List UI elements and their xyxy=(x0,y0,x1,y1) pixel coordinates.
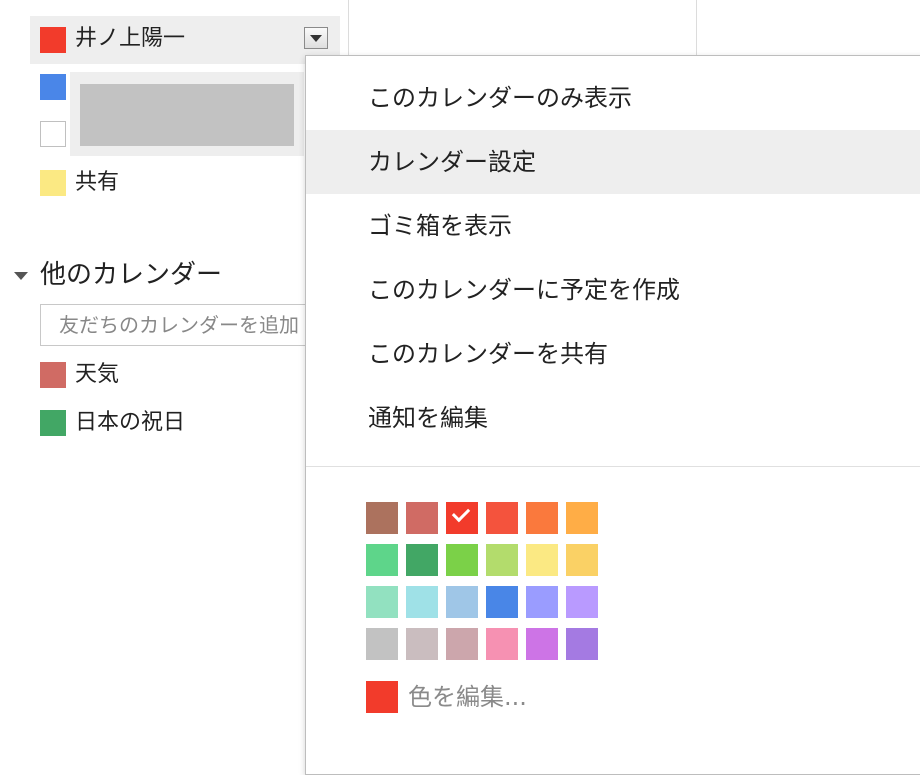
color-option[interactable] xyxy=(566,544,598,576)
color-option[interactable] xyxy=(406,586,438,618)
color-option[interactable] xyxy=(486,502,518,534)
color-option[interactable] xyxy=(526,586,558,618)
check-icon xyxy=(451,503,471,523)
calendar-options-dropdown-button[interactable] xyxy=(304,27,328,49)
calendar-options-menu: このカレンダーのみ表示 カレンダー設定 ゴミ箱を表示 このカレンダーに予定を作成… xyxy=(305,55,920,775)
calendar-checkbox[interactable] xyxy=(40,121,66,147)
color-option[interactable] xyxy=(486,628,518,660)
color-option[interactable] xyxy=(366,586,398,618)
other-calendars-title[interactable]: 他のカレンダー xyxy=(40,258,222,292)
color-option[interactable] xyxy=(486,544,518,576)
color-option[interactable] xyxy=(446,544,478,576)
calendar-label[interactable]: 日本の祝日 xyxy=(75,409,185,437)
color-option[interactable] xyxy=(446,628,478,660)
edit-color-swatch[interactable] xyxy=(366,681,398,713)
color-option[interactable] xyxy=(406,628,438,660)
redacted-calendar-name xyxy=(80,84,294,146)
color-option[interactable] xyxy=(406,544,438,576)
calendar-grid-divider xyxy=(696,0,697,60)
color-option[interactable] xyxy=(526,628,558,660)
color-option[interactable] xyxy=(526,502,558,534)
calendar-color-swatch[interactable] xyxy=(40,410,66,436)
menu-item-calendar-settings[interactable]: カレンダー設定 xyxy=(306,130,920,194)
color-option[interactable] xyxy=(366,628,398,660)
color-option[interactable] xyxy=(566,628,598,660)
edit-color-link[interactable]: 色を編集... xyxy=(408,680,527,714)
color-option[interactable] xyxy=(486,586,518,618)
menu-item-show-trash[interactable]: ゴミ箱を表示 xyxy=(306,194,920,258)
color-palette xyxy=(366,502,598,660)
calendar-color-swatch[interactable] xyxy=(40,74,66,100)
color-option[interactable] xyxy=(446,586,478,618)
calendar-color-swatch[interactable] xyxy=(40,27,66,53)
color-option[interactable] xyxy=(526,544,558,576)
color-option[interactable] xyxy=(366,544,398,576)
color-option[interactable] xyxy=(406,502,438,534)
calendar-color-swatch[interactable] xyxy=(40,170,66,196)
triangle-down-icon[interactable] xyxy=(14,272,28,280)
calendar-grid-divider xyxy=(348,0,349,60)
calendar-label[interactable]: 天気 xyxy=(75,361,119,389)
menu-item-create-event[interactable]: このカレンダーに予定を作成 xyxy=(306,258,920,322)
menu-item-share-calendar[interactable]: このカレンダーを共有 xyxy=(306,322,920,386)
color-option[interactable] xyxy=(566,586,598,618)
color-option[interactable] xyxy=(366,502,398,534)
menu-divider xyxy=(306,466,920,467)
calendar-label[interactable]: 井ノ上陽一 xyxy=(75,25,185,53)
color-option[interactable] xyxy=(446,502,478,534)
calendar-color-swatch[interactable] xyxy=(40,362,66,388)
menu-item-edit-notifications[interactable]: 通知を編集 xyxy=(306,386,920,450)
add-friend-calendar-input[interactable] xyxy=(40,304,320,346)
color-option[interactable] xyxy=(566,502,598,534)
calendar-label[interactable]: 共有 xyxy=(75,169,119,197)
menu-item-show-only-this[interactable]: このカレンダーのみ表示 xyxy=(306,66,920,130)
